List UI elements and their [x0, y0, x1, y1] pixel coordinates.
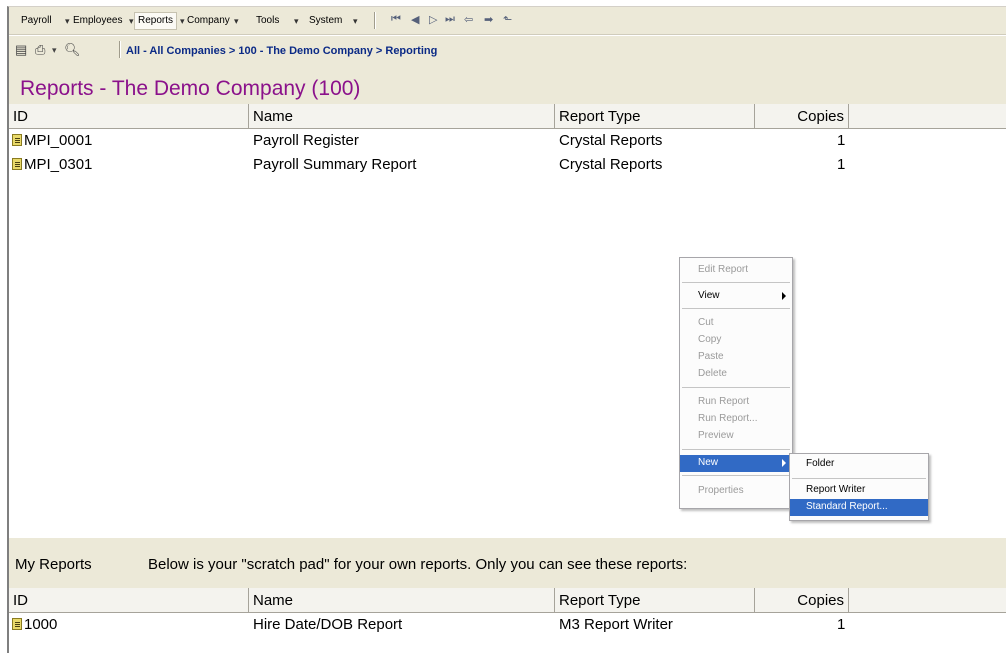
chevron-down-icon[interactable]: ▾: [129, 16, 134, 27]
my-reports-label: My Reports: [15, 556, 92, 573]
menu-separator: [374, 12, 376, 29]
menu-item-standard-report[interactable]: Standard Report...: [790, 499, 928, 516]
column-header-copies[interactable]: Copies: [755, 104, 849, 128]
printer-icon[interactable]: ⎙: [35, 42, 45, 58]
menu-item-new[interactable]: New: [680, 455, 792, 472]
menu-separator: [682, 449, 790, 450]
column-header-report-type[interactable]: Report Type: [555, 104, 755, 128]
chevron-down-icon[interactable]: ▾: [234, 16, 239, 27]
menu-company[interactable]: Company: [187, 15, 230, 26]
chevron-down-icon[interactable]: ▾: [353, 16, 358, 27]
report-copies: 1: [837, 156, 846, 173]
report-name: Payroll Register: [253, 132, 359, 149]
menu-system[interactable]: System: [309, 15, 342, 26]
menu-separator: [682, 308, 790, 309]
menu-separator: [682, 282, 790, 283]
report-copies: 1: [837, 132, 846, 149]
page-title: Reports - The Demo Company (100): [20, 77, 361, 100]
submenu-arrow-icon: [782, 459, 786, 467]
next-record-icon[interactable]: ▷: [429, 13, 437, 26]
report-id: MPI_0001: [24, 132, 93, 149]
report-list-icon[interactable]: ▤: [15, 42, 27, 58]
menu-item-label: New: [698, 457, 719, 468]
menu-employees[interactable]: Employees: [73, 15, 122, 26]
table-row[interactable]: 1000 Hire Date/DOB Report M3 Report Writ…: [9, 616, 1006, 640]
my-reports-description: Below is your "scratch pad" for your own…: [148, 556, 688, 573]
report-document-icon: [12, 618, 22, 630]
chevron-down-icon[interactable]: ▾: [294, 16, 299, 27]
menu-item-copy[interactable]: Copy: [680, 332, 792, 349]
up-folder-icon[interactable]: ⬑: [503, 13, 512, 26]
submenu-arrow-icon: [782, 292, 786, 300]
column-header-copies[interactable]: Copies: [755, 588, 849, 612]
report-document-icon: [12, 158, 22, 170]
toolbar-separator: [119, 41, 121, 58]
report-type: M3 Report Writer: [559, 616, 673, 633]
menu-item-preview[interactable]: Preview: [680, 428, 792, 445]
first-record-icon[interactable]: ⏮: [391, 13, 401, 26]
table-row[interactable]: MPI_0301 Payroll Summary Report Crystal …: [9, 156, 1006, 180]
menu-item-delete[interactable]: Delete: [680, 366, 792, 383]
back-arrow-icon[interactable]: ⇦: [464, 13, 473, 26]
last-record-icon[interactable]: ⏭: [445, 13, 455, 26]
table-row[interactable]: MPI_0001 Payroll Register Crystal Report…: [9, 132, 1006, 156]
menu-item-label: View: [698, 290, 720, 301]
menu-item-properties[interactable]: Properties: [680, 483, 792, 500]
menu-separator: [682, 475, 790, 476]
breadcrumb[interactable]: All - All Companies > 100 - The Demo Com…: [126, 45, 437, 57]
menu-reports[interactable]: Reports: [134, 12, 178, 30]
menu-bar: Payroll ▾ Employees ▾ Reports ▾ Company …: [9, 7, 1006, 35]
menu-item-run-report-dialog[interactable]: Run Report...: [680, 411, 792, 428]
menu-item-paste[interactable]: Paste: [680, 349, 792, 366]
table-header: ID Name Report Type Copies: [9, 104, 1006, 129]
column-header-id[interactable]: ID: [9, 588, 249, 612]
menu-separator: [682, 387, 790, 388]
column-header-name[interactable]: Name: [249, 588, 555, 612]
report-document-icon: [12, 134, 22, 146]
forward-arrow-icon[interactable]: ➡: [484, 13, 493, 26]
menu-item-report-writer[interactable]: Report Writer: [790, 482, 928, 499]
menu-separator: [792, 478, 926, 479]
report-id: 1000: [24, 616, 58, 633]
menu-item-view[interactable]: View: [680, 288, 792, 305]
previous-record-icon[interactable]: ◀: [411, 13, 419, 26]
report-name: Hire Date/DOB Report: [253, 616, 403, 633]
my-reports-bar: My Reports Below is your "scratch pad" f…: [9, 538, 1006, 588]
chevron-down-icon[interactable]: ▾: [65, 16, 70, 27]
title-bar: Reports - The Demo Company (100): [9, 64, 1006, 104]
toolbar: ▤ ⎙ ▾ 🔍︎ All - All Companies > 100 - The…: [9, 36, 1006, 64]
menu-item-cut[interactable]: Cut: [680, 315, 792, 332]
chevron-down-icon[interactable]: ▾: [52, 45, 57, 56]
print-preview-icon[interactable]: 🔍︎: [64, 42, 81, 58]
column-header-id[interactable]: ID: [9, 104, 249, 128]
my-reports-table-header: ID Name Report Type Copies: [9, 588, 1006, 613]
menu-item-run-report[interactable]: Run Report: [680, 394, 792, 411]
menu-payroll[interactable]: Payroll: [21, 15, 52, 26]
report-name: Payroll Summary Report: [253, 156, 417, 173]
column-header-report-type[interactable]: Report Type: [555, 588, 755, 612]
report-copies: 1: [837, 616, 846, 633]
new-submenu: Folder Report Writer Standard Report...: [789, 453, 929, 521]
report-type: Crystal Reports: [559, 132, 663, 149]
app-window: Payroll ▾ Employees ▾ Reports ▾ Company …: [7, 6, 1006, 653]
report-id: MPI_0301: [24, 156, 93, 173]
chevron-down-icon[interactable]: ▾: [180, 16, 185, 27]
menu-item-folder[interactable]: Folder: [790, 456, 928, 473]
menu-item-edit-report[interactable]: Edit Report: [680, 262, 792, 279]
column-header-name[interactable]: Name: [249, 104, 555, 128]
report-type: Crystal Reports: [559, 156, 663, 173]
context-menu: Edit Report View Cut Copy Paste Delete R…: [679, 257, 793, 509]
menu-tools[interactable]: Tools: [256, 15, 279, 26]
